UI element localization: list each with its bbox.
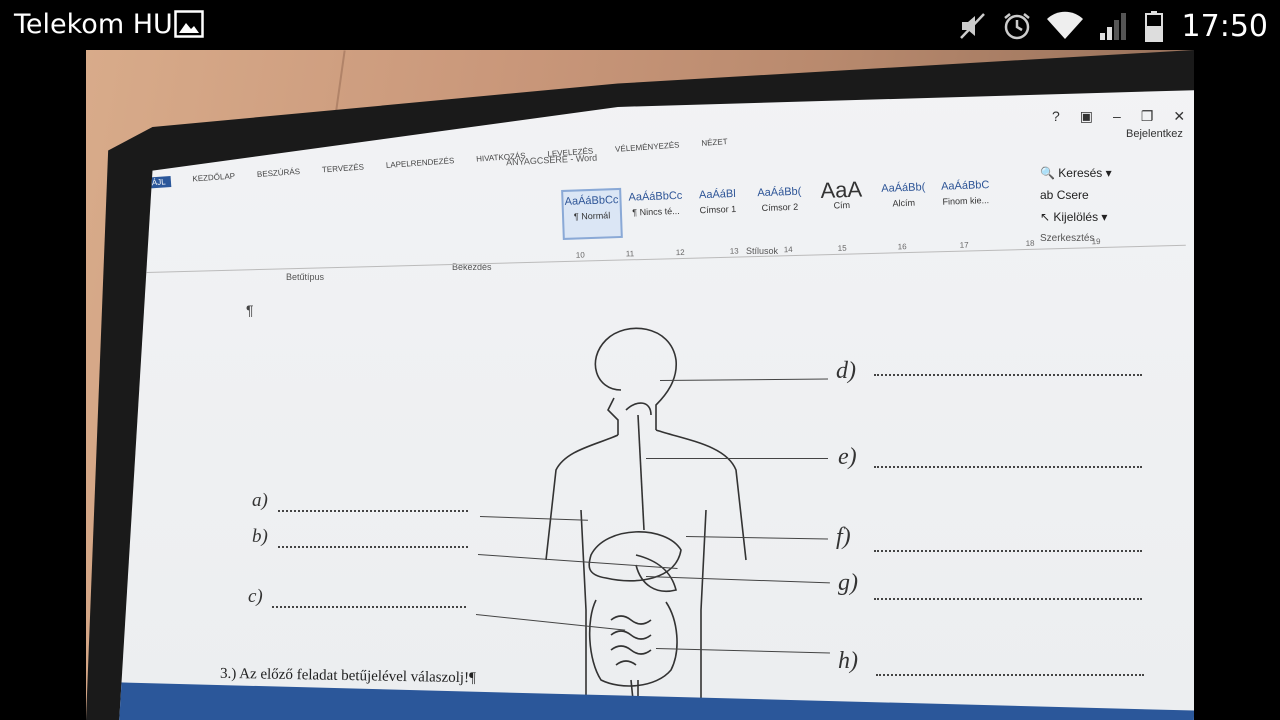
find-button[interactable]: 🔍 Keresés ▾ <box>1040 162 1112 184</box>
sign-in-link[interactable]: Bejelentkez <box>1126 128 1183 140</box>
style-heading-1[interactable]: AaÁáBl Címsor 1 <box>689 184 747 232</box>
photo-scene: ? ▣ – ❐ ✕ Bejelentkez ANYAGCSERE - Word … <box>86 50 1194 720</box>
style-subtle-emphasis[interactable]: AaÁáBbC Finom kie... <box>937 175 995 223</box>
carrier-name: Telekom HU <box>14 9 173 40</box>
label-a: a) <box>252 490 268 511</box>
label-b: b) <box>252 526 268 547</box>
answer-line-b[interactable] <box>278 546 468 548</box>
style-subtitle[interactable]: AaÁáBb( Alcím <box>875 177 933 225</box>
select-button[interactable]: ↖ Kijelölés ▾ <box>1040 206 1112 228</box>
minimize-icon[interactable]: – <box>1113 108 1121 125</box>
ribbon-display-icon[interactable]: ▣ <box>1080 108 1093 125</box>
signal-icon <box>1099 13 1126 40</box>
alarm-icon <box>1003 13 1030 40</box>
replace-button[interactable]: ab Csere <box>1040 184 1112 206</box>
style-title[interactable]: AaA Cím <box>813 179 871 227</box>
clock: 17:50 <box>1181 8 1268 44</box>
label-h: h) <box>838 648 858 674</box>
answer-line-f[interactable] <box>874 550 1142 552</box>
answer-line-e[interactable] <box>874 466 1142 468</box>
label-d: d) <box>836 358 856 384</box>
wifi-icon <box>1046 11 1083 40</box>
leader-line-e <box>646 458 828 459</box>
close-icon[interactable]: ✕ <box>1173 108 1185 125</box>
help-icon[interactable]: ? <box>1052 108 1060 125</box>
window-controls: ? ▣ – ❐ ✕ <box>1052 108 1185 125</box>
horizontal-ruler: 10 11 12 13 14 15 16 17 18 19 <box>145 234 1186 273</box>
font-group-label: Betűtípus <box>286 272 325 282</box>
label-g: g) <box>838 570 858 596</box>
label-f: f) <box>836 524 851 550</box>
paragraph-mark: ¶ <box>246 302 254 318</box>
restore-icon[interactable]: ❐ <box>1141 108 1154 125</box>
tab-design[interactable]: TERVEZÉS <box>322 162 365 176</box>
status-bar: Telekom HU 17:50 <box>0 0 1280 50</box>
style-heading-2[interactable]: AaÁáBb( Címsor 2 <box>751 181 809 229</box>
answer-line-d[interactable] <box>874 374 1142 376</box>
label-c: c) <box>248 586 263 607</box>
mute-icon <box>959 13 985 39</box>
battery-icon <box>1144 11 1163 42</box>
task-instruction: 3.) Az előző feladat betűjelével válaszo… <box>219 665 476 687</box>
style-no-spacing[interactable]: AaÁáBbCc ¶ Nincs té... <box>627 186 685 234</box>
label-e: e) <box>838 444 857 470</box>
status-icons: 17:50 <box>958 6 1268 46</box>
style-normal[interactable]: AaÁáBbCc ¶ Normál <box>561 187 623 240</box>
styles-gallery: AaÁáBbCc ¶ Normál AaÁáBbCc ¶ Nincs té...… <box>561 175 994 240</box>
tab-review[interactable]: VÉLEMÉNYEZÉS <box>615 140 680 155</box>
answer-line-a[interactable] <box>278 510 468 512</box>
answer-line-h[interactable] <box>876 674 1144 676</box>
gallery-icon <box>174 10 204 38</box>
tab-layout[interactable]: LAPELRENDEZÉS <box>386 156 455 172</box>
answer-line-g[interactable] <box>874 598 1142 600</box>
tab-home[interactable]: KEZDŐLAP <box>192 172 235 186</box>
tab-view[interactable]: NÉZET <box>701 137 728 150</box>
answer-line-c[interactable] <box>272 606 466 608</box>
tab-insert[interactable]: BESZÚRÁS <box>257 167 301 181</box>
